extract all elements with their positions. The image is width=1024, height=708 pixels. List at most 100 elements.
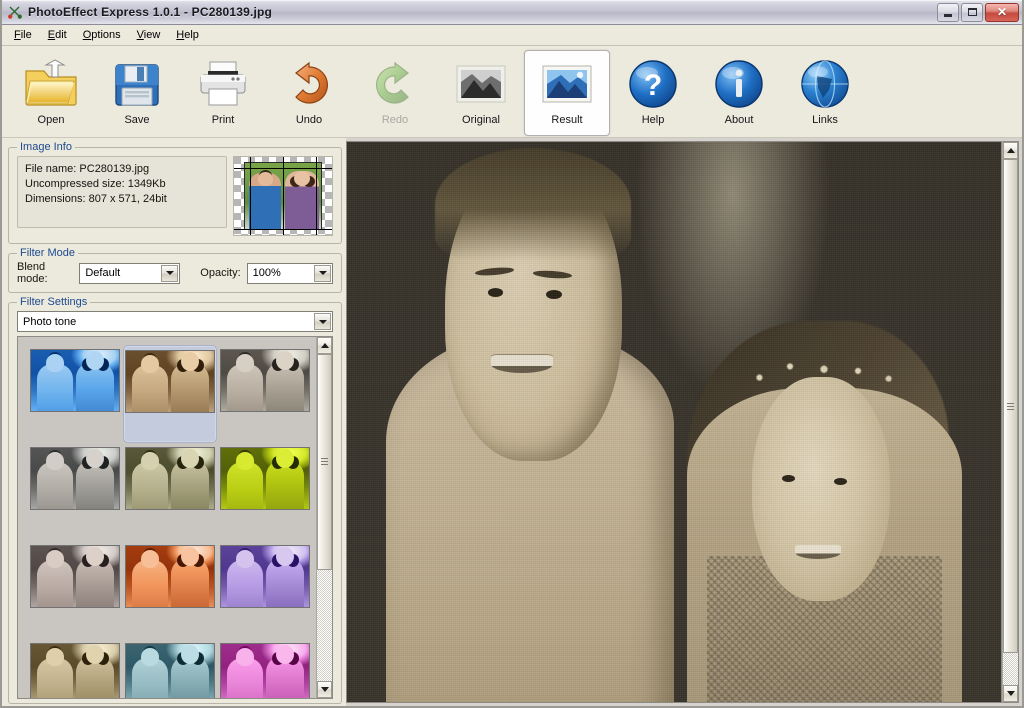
links-button-label: Links [812, 114, 838, 126]
result-button[interactable]: Result [524, 50, 610, 136]
menu-options-accel: O [82, 29, 92, 41]
menu-edit[interactable]: Edit [40, 26, 75, 44]
preset-thumbnail-grid[interactable] [17, 336, 316, 699]
preset-lime[interactable] [217, 443, 312, 541]
scroll-down-button[interactable] [317, 681, 332, 698]
preset-olive[interactable] [123, 443, 218, 541]
preset-cyan[interactable] [123, 639, 218, 698]
preset-cool-gray-preview [30, 447, 121, 510]
maximize-button[interactable] [961, 2, 983, 22]
floppy-disk-icon [109, 56, 165, 112]
chevron-down-icon[interactable] [314, 313, 331, 330]
blend-mode-value: Default [85, 267, 121, 279]
result-photo [347, 142, 1001, 702]
help-button[interactable]: ? Help [610, 50, 696, 136]
menu-file-label: ile [20, 29, 32, 41]
preset-blue[interactable] [28, 345, 123, 443]
about-button-label: About [724, 114, 754, 126]
open-button-label: Open [37, 114, 65, 126]
print-button-label: Print [211, 114, 235, 126]
preset-magenta[interactable] [217, 639, 312, 698]
main-body: Image Info File name: PC280139.jpg Uncom… [2, 138, 1022, 706]
preset-cool-gray[interactable] [28, 443, 123, 541]
preset-khaki[interactable] [28, 639, 123, 698]
preset-sepia[interactable] [122, 345, 218, 443]
save-button[interactable]: Save [94, 50, 180, 136]
uncompressed-size-line: Uncompressed size: 1349Kb [25, 178, 166, 190]
opacity-value: 100% [252, 267, 281, 279]
preset-light-gray[interactable] [217, 345, 312, 443]
image-info-group: Image Info File name: PC280139.jpg Uncom… [8, 141, 342, 244]
preset-mauve-gray[interactable] [28, 541, 123, 639]
menu-help[interactable]: Help [168, 26, 207, 44]
menu-view[interactable]: View [129, 26, 169, 44]
chevron-down-icon[interactable] [314, 264, 332, 282]
blend-mode-label: Blend mode: [17, 261, 48, 285]
menu-bar: File Edit Options View Help [2, 25, 1022, 46]
opacity-select[interactable]: 100% [246, 262, 334, 284]
undo-button[interactable]: Undo [266, 50, 352, 136]
menu-edit-accel: E [47, 29, 56, 41]
scroll-up-button[interactable] [317, 337, 332, 354]
menu-options-label: ptions [91, 29, 121, 41]
scroll-thumb[interactable] [1003, 159, 1018, 654]
file-name-line: File name: PC280139.jpg [25, 163, 150, 175]
grip-icon [321, 458, 328, 466]
preset-olive-preview [124, 447, 215, 510]
window-title: PhotoEffect Express 1.0.1 - PC280139.jpg [28, 5, 273, 19]
print-button[interactable]: Print [180, 50, 266, 136]
filter-settings-group: Filter Settings Photo tone [8, 296, 342, 704]
preset-cyan-preview [124, 643, 215, 698]
preset-value: Photo tone [23, 315, 77, 328]
original-photo-icon [453, 56, 509, 112]
blend-mode-select[interactable]: Default [79, 262, 181, 284]
preset-mauve-gray-preview [30, 545, 121, 608]
preset-violet[interactable] [217, 541, 312, 639]
scroll-thumb[interactable] [317, 354, 332, 570]
original-button-label: Original [462, 114, 500, 126]
menu-view-accel: V [136, 29, 144, 41]
redo-button[interactable]: Redo [352, 50, 438, 136]
links-button[interactable]: Links [782, 50, 868, 136]
open-button[interactable]: Open [8, 50, 94, 136]
preset-lime-preview [219, 447, 310, 510]
filter-mode-group-label: Filter Mode [17, 247, 79, 259]
svg-text:?: ? [644, 69, 662, 102]
image-info-box: File name: PC280139.jpg Uncompressed siz… [17, 156, 227, 228]
original-button[interactable]: Original [438, 50, 524, 136]
filter-mode-group: Filter Mode Blend mode: Default Opacity:… [8, 247, 342, 293]
redo-arrow-icon [367, 56, 423, 112]
preset-khaki-preview [30, 643, 121, 698]
right-panel [346, 138, 1022, 706]
result-image-canvas[interactable] [346, 141, 1002, 703]
preset-blue-preview [30, 349, 121, 412]
menu-view-label: iew [143, 29, 161, 41]
about-button[interactable]: About [696, 50, 782, 136]
preset-orange[interactable] [123, 541, 218, 639]
canvas-vertical-scrollbar[interactable] [1002, 141, 1019, 703]
filter-settings-group-label: Filter Settings [17, 296, 91, 308]
preset-grid-scrollbar[interactable] [316, 336, 333, 699]
preset-select[interactable]: Photo tone [17, 311, 333, 332]
scroll-down-button[interactable] [1003, 685, 1018, 702]
scroll-up-button[interactable] [1003, 142, 1018, 159]
menu-file-accel: F [14, 29, 21, 41]
opacity-label: Opacity: [200, 267, 241, 279]
minimize-button[interactable] [937, 2, 959, 22]
left-panel: Image Info File name: PC280139.jpg Uncom… [2, 138, 346, 706]
menu-file[interactable]: File [6, 26, 40, 44]
preset-orange-preview [124, 545, 215, 608]
info-icon [711, 56, 767, 112]
scroll-track[interactable] [1003, 159, 1018, 685]
menu-options[interactable]: Options [75, 26, 129, 44]
result-button-label: Result [551, 114, 583, 126]
menu-help-label: elp [184, 29, 199, 41]
close-button[interactable]: ✕ [985, 2, 1019, 22]
scroll-track[interactable] [317, 354, 332, 681]
undo-arrow-icon [281, 56, 337, 112]
chevron-down-icon[interactable] [161, 264, 179, 282]
preset-magenta-preview [219, 643, 310, 698]
scissors-icon [7, 4, 23, 20]
source-image-thumbnail[interactable] [233, 156, 333, 236]
preset-sepia-preview [124, 350, 215, 413]
